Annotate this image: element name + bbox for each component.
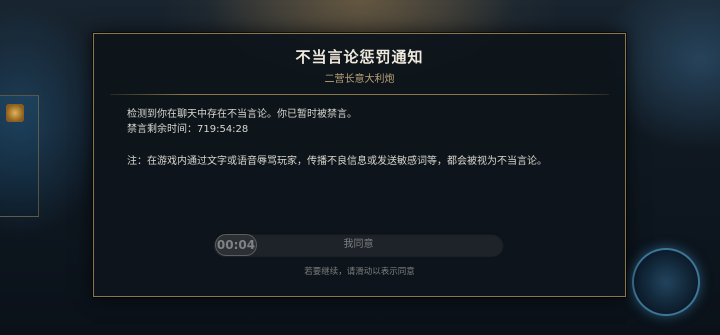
gem-icon	[6, 104, 24, 122]
dialog-title: 不当言论惩罚通知	[295, 48, 424, 66]
agree-slider[interactable]: 我同意 00:04	[213, 233, 504, 257]
slide-hint: 若要继续，请滑动以表示同意	[304, 267, 415, 277]
penalty-notice-dialog: 不当言论惩罚通知 二营长意大利炮 检测到你在聊天中存在不当言论。你已暂时被禁言。…	[93, 33, 626, 297]
note-text: 注：在游戏内通过文字或语音辱骂玩家，传播不良信息或发送敏感词等，都会被视为不当言…	[127, 156, 547, 167]
player-name: 二营长意大利炮	[324, 74, 395, 85]
message-text: 检测到你在聊天中存在不当言论。你已暂时被禁言。	[127, 109, 357, 120]
background-ornament	[160, 0, 560, 34]
divider	[110, 94, 609, 95]
background-orb-icon	[632, 248, 700, 316]
mute-remaining-time: 禁言剩余时间：719:54:28	[127, 124, 249, 135]
slider-thumb-countdown[interactable]: 00:04	[215, 234, 257, 256]
background-side-panel	[0, 95, 39, 217]
game-screen: 不当言论惩罚通知 二营长意大利炮 检测到你在聊天中存在不当言论。你已暂时被禁言。…	[0, 0, 720, 335]
